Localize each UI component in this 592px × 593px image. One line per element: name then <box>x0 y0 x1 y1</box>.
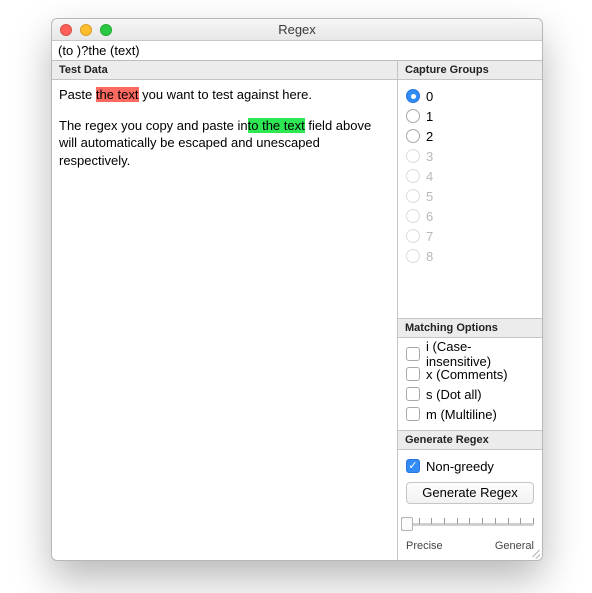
capture-group-3: 3 <box>406 146 534 166</box>
capture-group-label: 8 <box>426 249 433 264</box>
generate-panel: Non-greedy Generate Regex <box>398 450 542 510</box>
capture-groups-header: Capture Groups <box>398 61 542 80</box>
minimize-icon[interactable] <box>80 24 92 36</box>
match-highlight-1: to the text <box>248 118 305 133</box>
slider-labels: Precise General <box>406 540 534 552</box>
radio-icon <box>406 249 420 263</box>
matching-option[interactable]: s (Dot all) <box>406 384 534 404</box>
capture-group-label: 5 <box>426 189 433 204</box>
checkbox-icon <box>406 387 420 401</box>
matching-options-panel: i (Case-insensitive)x (Comments)s (Dot a… <box>398 338 542 430</box>
slider-label-left: Precise <box>406 540 443 552</box>
capture-group-2[interactable]: 2 <box>406 126 534 146</box>
test-line-2: The regex you copy and paste into the te… <box>59 117 390 170</box>
matching-options-header: Matching Options <box>398 318 542 338</box>
match-highlight-0: the text <box>96 87 139 102</box>
matching-option-label: s (Dot all) <box>426 387 482 402</box>
test-data-header: Test Data <box>52 61 397 80</box>
radio-icon <box>406 189 420 203</box>
radio-icon <box>406 169 420 183</box>
non-greedy-option[interactable]: Non-greedy <box>406 456 534 476</box>
test-line-1: Paste the text you want to test against … <box>59 86 390 104</box>
zoom-icon[interactable] <box>100 24 112 36</box>
matching-option[interactable]: m (Multiline) <box>406 404 534 424</box>
resize-grip-icon[interactable] <box>528 546 540 558</box>
matching-option-label: m (Multiline) <box>426 407 497 422</box>
matching-option-label: i (Case-insensitive) <box>426 339 534 369</box>
capture-group-label: 2 <box>426 129 433 144</box>
capture-group-label: 0 <box>426 89 433 104</box>
regex-value: (to )?the (text) <box>58 43 140 58</box>
capture-group-label: 6 <box>426 209 433 224</box>
radio-icon <box>406 149 420 163</box>
radio-icon <box>406 129 420 143</box>
capture-group-6: 6 <box>406 206 534 226</box>
generate-regex-button[interactable]: Generate Regex <box>406 482 534 504</box>
capture-group-7: 7 <box>406 226 534 246</box>
radio-icon <box>406 229 420 243</box>
capture-group-label: 3 <box>426 149 433 164</box>
capture-group-label: 1 <box>426 109 433 124</box>
capture-group-label: 7 <box>426 229 433 244</box>
non-greedy-label: Non-greedy <box>426 459 494 474</box>
checkbox-icon <box>406 407 420 421</box>
radio-icon <box>406 109 420 123</box>
capture-group-8: 8 <box>406 246 534 266</box>
matching-option-label: x (Comments) <box>426 367 508 382</box>
window-title: Regex <box>52 22 542 37</box>
close-icon[interactable] <box>60 24 72 36</box>
radio-icon <box>406 209 420 223</box>
generate-regex-header: Generate Regex <box>398 430 542 450</box>
regex-input[interactable]: (to )?the (text) <box>52 41 542 61</box>
capture-group-1[interactable]: 1 <box>406 106 534 126</box>
regex-window: Regex (to )?the (text) Test Data Paste t… <box>51 18 543 561</box>
precision-slider[interactable] <box>406 516 534 532</box>
matching-option[interactable]: i (Case-insensitive) <box>406 344 534 364</box>
capture-group-5: 5 <box>406 186 534 206</box>
capture-groups-panel: 0 1 2 3 4 5 6 7 8 <box>398 80 542 318</box>
radio-icon <box>406 89 420 103</box>
checkbox-icon <box>406 367 420 381</box>
slider-thumb-icon[interactable] <box>401 517 413 531</box>
capture-group-4: 4 <box>406 166 534 186</box>
test-data-area[interactable]: Paste the text you want to test against … <box>52 80 397 560</box>
titlebar[interactable]: Regex <box>52 19 542 41</box>
checkbox-icon <box>406 347 420 361</box>
capture-group-label: 4 <box>426 169 433 184</box>
checkbox-icon <box>406 459 420 473</box>
capture-group-0[interactable]: 0 <box>406 86 534 106</box>
